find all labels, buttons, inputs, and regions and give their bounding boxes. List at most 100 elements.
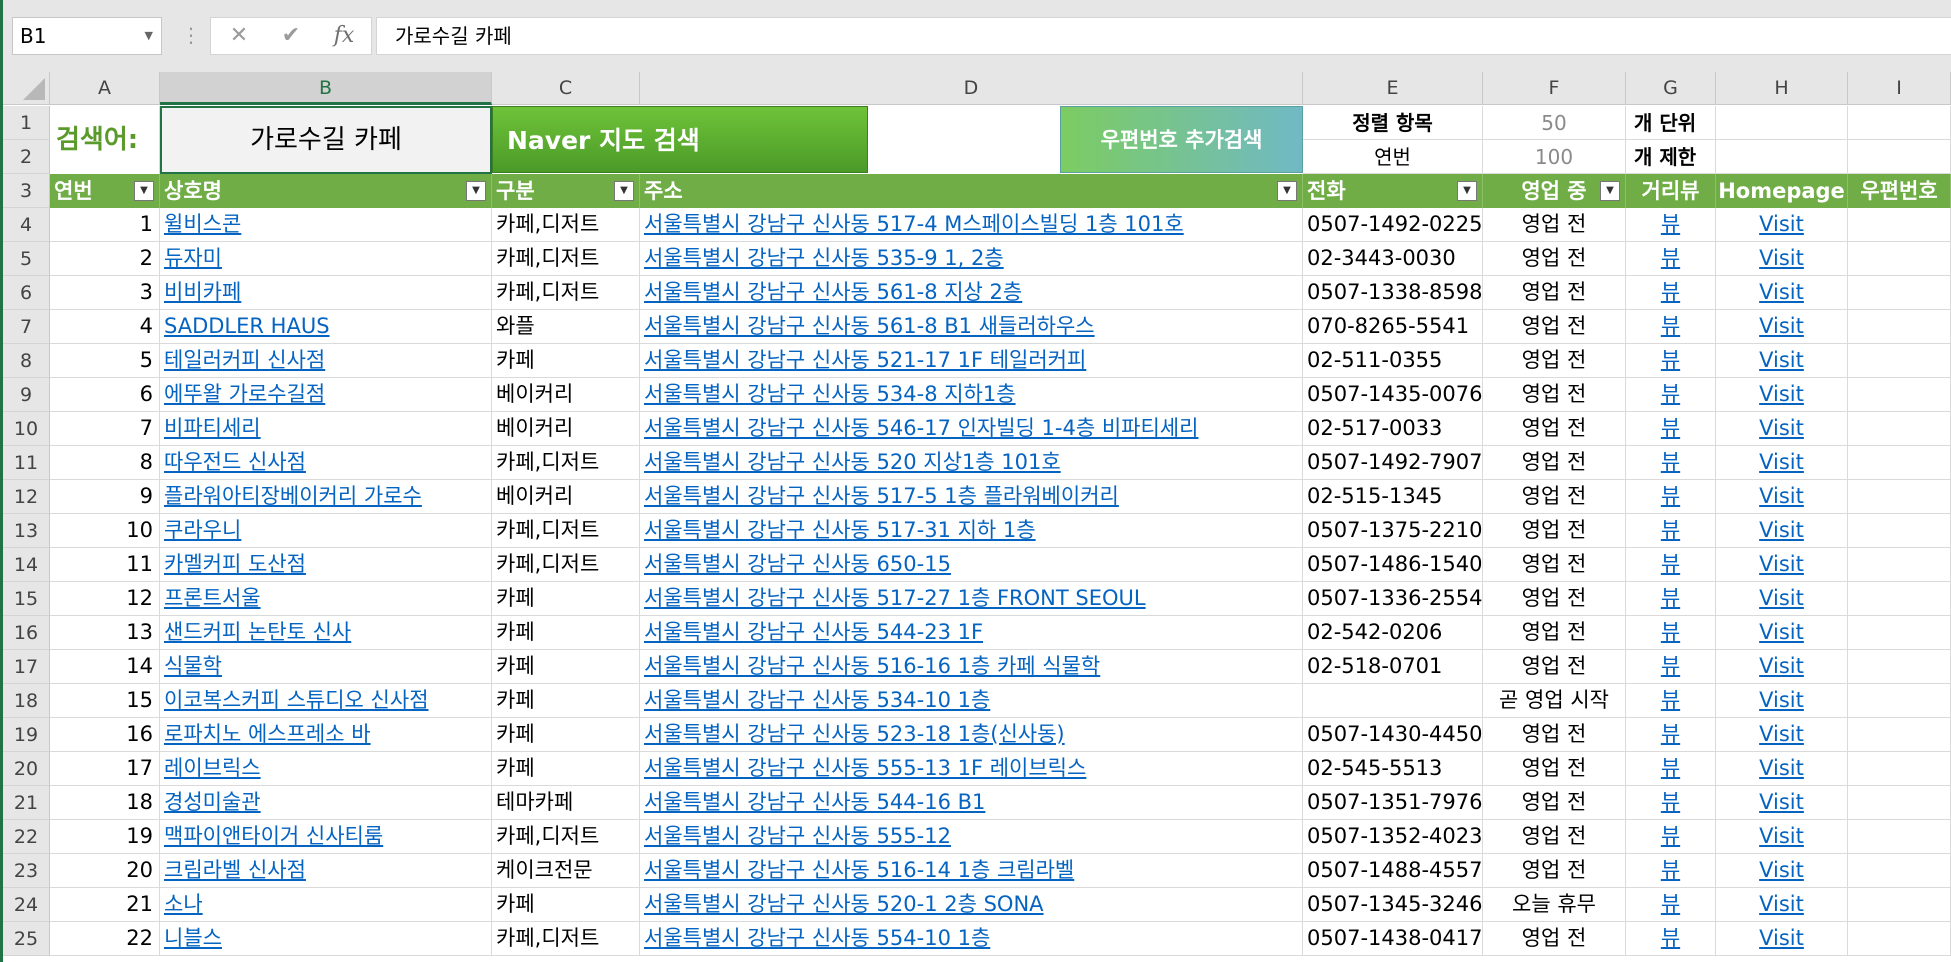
cell-address-link[interactable]: 서울특별시 강남구 신사동 517-4 M스페이스빌딩 1층 101호 (640, 208, 1303, 242)
cell-roadview-link[interactable]: 뷰 (1626, 446, 1716, 480)
cell-zipcode[interactable] (1848, 412, 1951, 446)
cancel-icon[interactable]: ✕ (219, 18, 259, 54)
cell-address-link[interactable]: 서울특별시 강남구 신사동 546-17 인자빌딩 1-4층 비파티세리 (640, 412, 1303, 446)
row-header-1[interactable]: 1 (3, 106, 50, 140)
cell-homepage-link[interactable]: Visit (1716, 378, 1848, 412)
cell-roadview-link[interactable]: 뷰 (1626, 412, 1716, 446)
row-header-11[interactable]: 11 (3, 446, 50, 480)
empty-cell[interactable] (1716, 106, 1848, 140)
row-header-18[interactable]: 18 (3, 684, 50, 718)
cell-homepage-link[interactable]: Visit (1716, 514, 1848, 548)
cell-address-link[interactable]: 서울특별시 강남구 신사동 517-27 1층 FRONT SEOUL (640, 582, 1303, 616)
row-header-4[interactable]: 4 (3, 208, 50, 242)
cell-name-link[interactable]: 크림라벨 신사점 (160, 854, 492, 888)
empty-cell[interactable] (1848, 106, 1951, 140)
cell-roadview-link[interactable]: 뷰 (1626, 684, 1716, 718)
cell-homepage-link[interactable]: Visit (1716, 548, 1848, 582)
cell-roadview-link[interactable]: 뷰 (1626, 854, 1716, 888)
cell-roadview-link[interactable]: 뷰 (1626, 514, 1716, 548)
cell-zipcode[interactable] (1848, 616, 1951, 650)
cell-roadview-link[interactable]: 뷰 (1626, 208, 1716, 242)
cell-zipcode[interactable] (1848, 752, 1951, 786)
cell-name-link[interactable]: 프론트서울 (160, 582, 492, 616)
cell-name-link[interactable]: 로파치노 에스프레소 바 (160, 718, 492, 752)
cell-zipcode[interactable] (1848, 718, 1951, 752)
row-header-22[interactable]: 22 (3, 820, 50, 854)
cell-zipcode[interactable] (1848, 820, 1951, 854)
row-header-19[interactable]: 19 (3, 718, 50, 752)
chevron-down-icon[interactable]: ▼ (145, 18, 153, 54)
cell-zipcode[interactable] (1848, 344, 1951, 378)
cell-homepage-link[interactable]: Visit (1716, 480, 1848, 514)
cell-roadview-link[interactable]: 뷰 (1626, 888, 1716, 922)
cell-homepage-link[interactable]: Visit (1716, 276, 1848, 310)
cell-homepage-link[interactable]: Visit (1716, 854, 1848, 888)
cell-homepage-link[interactable]: Visit (1716, 344, 1848, 378)
cell-address-link[interactable]: 서울특별시 강남구 신사동 523-18 1층(신사동) (640, 718, 1303, 752)
row-header-10[interactable]: 10 (3, 412, 50, 446)
column-header-c[interactable]: C (492, 72, 640, 105)
cell-homepage-link[interactable]: Visit (1716, 208, 1848, 242)
column-header-a[interactable]: A (50, 72, 160, 105)
filter-dropdown-icon[interactable]: ▼ (1457, 181, 1477, 201)
empty-cell[interactable] (1848, 140, 1951, 174)
cell-roadview-link[interactable]: 뷰 (1626, 480, 1716, 514)
cell-name-link[interactable]: 경성미술관 (160, 786, 492, 820)
cell-roadview-link[interactable]: 뷰 (1626, 718, 1716, 752)
cell-address-link[interactable]: 서울특별시 강남구 신사동 561-8 지상 2층 (640, 276, 1303, 310)
cell-homepage-link[interactable]: Visit (1716, 718, 1848, 752)
cell-roadview-link[interactable]: 뷰 (1626, 752, 1716, 786)
naver-map-search-button[interactable]: Naver 지도 검색 (492, 106, 868, 173)
cell-name-link[interactable]: 식물학 (160, 650, 492, 684)
cell-homepage-link[interactable]: Visit (1716, 752, 1848, 786)
cell-roadview-link[interactable]: 뷰 (1626, 378, 1716, 412)
cell-address-link[interactable]: 서울특별시 강남구 신사동 521-17 1F 테일러커피 (640, 344, 1303, 378)
name-box[interactable]: B1 ▼ (12, 17, 162, 55)
cell-address-link[interactable]: 서울특별시 강남구 신사동 544-23 1F (640, 616, 1303, 650)
cell-address-link[interactable]: 서울특별시 강남구 신사동 544-16 B1 (640, 786, 1303, 820)
cell-address-link[interactable]: 서울특별시 강남구 신사동 534-8 지하1층 (640, 378, 1303, 412)
cell-name-link[interactable]: 따우전드 신사점 (160, 446, 492, 480)
cell-zipcode[interactable] (1848, 446, 1951, 480)
cell-homepage-link[interactable]: Visit (1716, 446, 1848, 480)
cell-roadview-link[interactable]: 뷰 (1626, 242, 1716, 276)
cell-homepage-link[interactable]: Visit (1716, 310, 1848, 344)
cell-homepage-link[interactable]: Visit (1716, 412, 1848, 446)
row-header-24[interactable]: 24 (3, 888, 50, 922)
cell-address-link[interactable]: 서울특별시 강남구 신사동 650-15 (640, 548, 1303, 582)
cell-zipcode[interactable] (1848, 514, 1951, 548)
insert-function-icon[interactable]: fx (324, 18, 364, 54)
cell-zipcode[interactable] (1848, 684, 1951, 718)
row-header-9[interactable]: 9 (3, 378, 50, 412)
cell-name-link[interactable]: SADDLER HAUS (160, 310, 492, 344)
row-header-16[interactable]: 16 (3, 616, 50, 650)
cell-homepage-link[interactable]: Visit (1716, 888, 1848, 922)
cell-name-link[interactable]: 카멜커피 도산점 (160, 548, 492, 582)
cell-zipcode[interactable] (1848, 922, 1951, 956)
cell-name-link[interactable]: 비비카페 (160, 276, 492, 310)
cell-zipcode[interactable] (1848, 650, 1951, 684)
check-icon[interactable]: ✔ (271, 18, 311, 54)
row-header-20[interactable]: 20 (3, 752, 50, 786)
cell-name-link[interactable]: 플라워아티장베이커리 가로수 (160, 480, 492, 514)
cell-homepage-link[interactable]: Visit (1716, 786, 1848, 820)
cell-roadview-link[interactable]: 뷰 (1626, 582, 1716, 616)
cell-address-link[interactable]: 서울특별시 강남구 신사동 555-13 1F 레이브릭스 (640, 752, 1303, 786)
cell-address-link[interactable]: 서울특별시 강남구 신사동 561-8 B1 새들러하우스 (640, 310, 1303, 344)
cell-zipcode[interactable] (1848, 310, 1951, 344)
sort-value-cell[interactable]: 50 (1483, 106, 1626, 140)
cell-zipcode[interactable] (1848, 480, 1951, 514)
cell-address-link[interactable]: 서울특별시 강남구 신사동 516-14 1층 크림라벨 (640, 854, 1303, 888)
filter-dropdown-icon[interactable]: ▼ (1600, 181, 1620, 201)
row-header-2[interactable]: 2 (3, 140, 50, 174)
column-header-e[interactable]: E (1303, 72, 1483, 105)
cell-name-link[interactable]: 이코복스커피 스튜디오 신사점 (160, 684, 492, 718)
cell-address-link[interactable]: 서울특별시 강남구 신사동 520-1 2층 SONA (640, 888, 1303, 922)
cell-name-link[interactable]: 듀자미 (160, 242, 492, 276)
cell-address-link[interactable]: 서울특별시 강남구 신사동 517-31 지하 1층 (640, 514, 1303, 548)
cell-name-link[interactable]: 니블스 (160, 922, 492, 956)
cell-roadview-link[interactable]: 뷰 (1626, 922, 1716, 956)
cell-zipcode[interactable] (1848, 378, 1951, 412)
cell-name-link[interactable]: 비파티세리 (160, 412, 492, 446)
row-header-13[interactable]: 13 (3, 514, 50, 548)
